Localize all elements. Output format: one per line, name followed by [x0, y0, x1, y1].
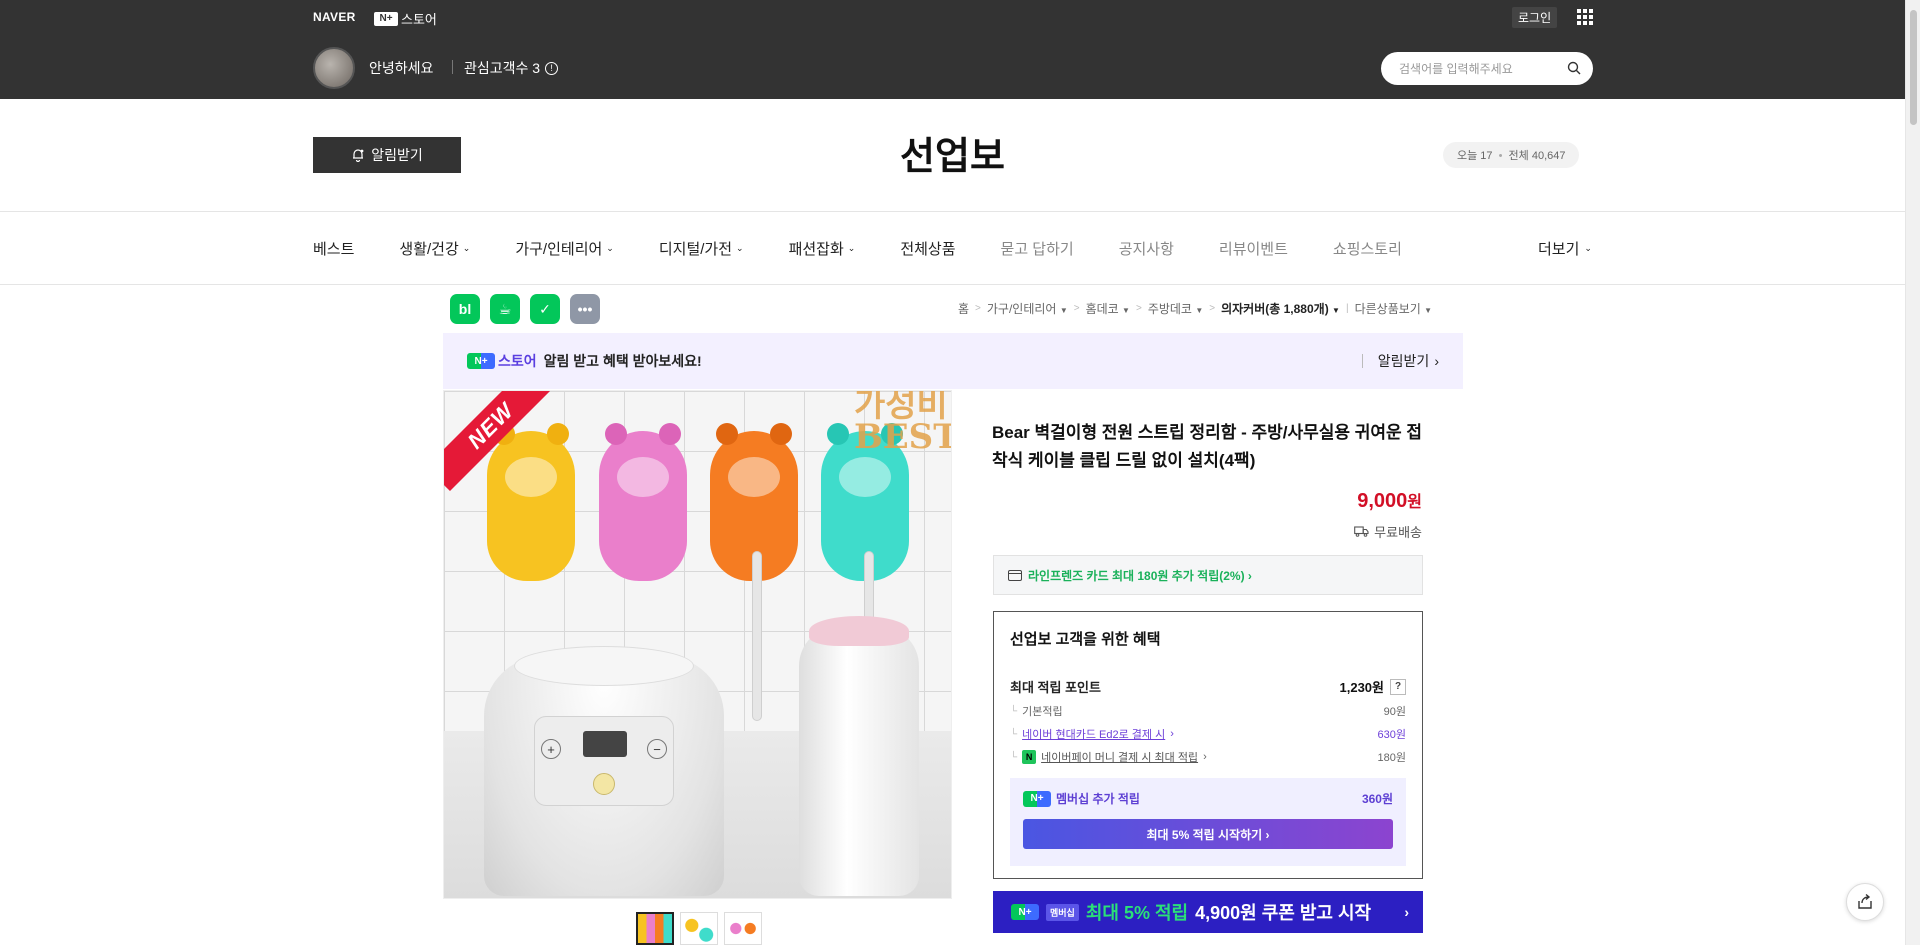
- divider: [452, 60, 453, 74]
- fans-count[interactable]: 관심고객수 3 !: [464, 58, 559, 78]
- promo-banner[interactable]: N+ 스토어 알림 받고 혜택 받아보세요! 알림받기 ›: [443, 333, 1463, 389]
- nav-item-notice[interactable]: 공지사항: [1119, 238, 1174, 259]
- store-avatar[interactable]: [313, 47, 355, 89]
- cafe-share-icon[interactable]: ☕: [490, 294, 520, 324]
- dot: •: [1498, 150, 1503, 162]
- product-price: 9,000원: [1357, 490, 1422, 512]
- nplus-icon: N+: [1011, 904, 1039, 920]
- nplus-icon: N+: [374, 11, 398, 26]
- nstore-logo[interactable]: N+ 스토어: [374, 9, 437, 28]
- membership-box: N+ 멤버십 추가 적립 360원 최대 5% 적립 시작하기 ›: [1010, 778, 1406, 866]
- nplus-store-logo: N+ 스토어: [467, 351, 537, 371]
- membership-start-button[interactable]: 최대 5% 적립 시작하기 ›: [1023, 819, 1393, 849]
- nav-item-qna[interactable]: 묻고 답하기: [1001, 238, 1074, 259]
- breadcrumb-homedeco[interactable]: 홈데코 ▼: [1086, 300, 1130, 317]
- greeting-text: 안녕하세요: [369, 60, 434, 76]
- share-icon: [1858, 893, 1872, 909]
- chevron-down-icon: ⌄: [1584, 243, 1592, 253]
- chevron-down-icon: ⌄: [736, 243, 744, 253]
- chevron-down-icon: ⌄: [847, 243, 856, 253]
- customer-benefits: 선업보 고객을 위한 혜택 최대 적립 포인트 1,230원? └ 기본적립 90…: [993, 611, 1423, 879]
- product-title: Bear 벽걸이형 전원 스트립 정리함 - 주방/사무실용 귀여운 접착식 케…: [992, 423, 1423, 470]
- breadcrumb-home[interactable]: 홈: [958, 300, 969, 317]
- promo-alarm-link[interactable]: 알림받기 ›: [1362, 351, 1439, 371]
- more-share-icon[interactable]: •••: [570, 294, 600, 324]
- plus-icon: +: [541, 739, 561, 759]
- nav-item-fashion[interactable]: 패션잡화 ⌄: [789, 238, 856, 259]
- thumbnail-1[interactable]: [636, 912, 674, 945]
- coupon-green-text: 최대 5% 적립: [1085, 903, 1189, 923]
- today-count: 오늘 17: [1457, 150, 1493, 162]
- nplus-icon: N+: [1023, 790, 1051, 807]
- membership-label: 멤버십: [1046, 903, 1079, 921]
- product-main-image[interactable]: + − NEW 가성비 BEST: [443, 390, 952, 899]
- nav-item-best[interactable]: 베스트: [313, 238, 354, 259]
- card-points-row[interactable]: └ 네이버 현대카드 Ed2로 결제 시 › 630원: [1010, 726, 1406, 742]
- page-scrollbar[interactable]: [1905, 0, 1920, 945]
- chevron-down-icon: ⌄: [606, 243, 614, 253]
- info-icon[interactable]: !: [545, 61, 559, 75]
- chevron-down-icon: ⌄: [462, 243, 471, 253]
- coupon-white-text: 4,900원 쿠폰 받고 시작: [1195, 903, 1372, 923]
- truck-icon: [1354, 526, 1369, 537]
- floating-share-button[interactable]: [1846, 883, 1884, 921]
- search-input[interactable]: [1399, 52, 1559, 85]
- store-title[interactable]: 선업보: [0, 125, 1905, 180]
- total-count: 전체 40,647: [1508, 150, 1566, 162]
- nav-item-digital[interactable]: 디지털/가전 ⌄: [659, 238, 744, 259]
- help-icon[interactable]: ?: [1390, 678, 1406, 695]
- visit-count: 오늘 17 • 전체 40,647: [1443, 142, 1580, 168]
- membership-points-row: N+ 멤버십 추가 적립 360원: [1023, 790, 1393, 807]
- thumbnail-list: [636, 912, 762, 945]
- breadcrumb: 홈 > 가구/인테리어 ▼ > 홈데코 ▼ > 주방데코 ▼ > 의자커버(총 …: [958, 300, 1433, 317]
- thumbnail-2[interactable]: [680, 912, 718, 945]
- npay-points-row[interactable]: └ N 네이버페이 머니 결제 시 최대 적립 › 180원: [1010, 749, 1406, 765]
- divider: [0, 211, 1905, 212]
- thumbnail-3[interactable]: [724, 912, 762, 945]
- max-points-row: 최대 적립 포인트 1,230원?: [1010, 677, 1406, 696]
- card-benefit-link[interactable]: 라인프렌즈 카드 최대 180원 추가 적립(2%) ›: [993, 555, 1423, 595]
- nplus-icon: N+: [467, 353, 495, 369]
- naver-logo[interactable]: NAVER: [313, 10, 356, 24]
- share-buttons: bl ☕ ✓ •••: [450, 294, 600, 324]
- basic-points-row: └ 기본적립 90원: [1010, 705, 1406, 719]
- divider: [0, 284, 1905, 285]
- best-overlay: 가성비 BEST: [854, 390, 952, 457]
- login-button[interactable]: 로그인: [1512, 7, 1558, 28]
- scrollbar-thumb[interactable]: [1910, 10, 1917, 125]
- blog-share-icon[interactable]: bl: [450, 294, 480, 324]
- breadcrumb-kitchendeco[interactable]: 주방데코 ▼: [1148, 300, 1203, 317]
- apps-grid-icon[interactable]: [1577, 9, 1593, 25]
- fans-label: 관심고객수 3: [464, 60, 541, 76]
- nstore-label: 스토어: [401, 12, 437, 27]
- bookmark-share-icon[interactable]: ✓: [530, 294, 560, 324]
- search-icon[interactable]: [1567, 61, 1581, 75]
- nav-item-furniture[interactable]: 가구/인테리어 ⌄: [515, 238, 614, 259]
- nav-item-review-event[interactable]: 리뷰이벤트: [1219, 238, 1288, 259]
- breadcrumb-furniture[interactable]: 가구/인테리어 ▼: [987, 300, 1068, 317]
- promo-text: 알림 받고 혜택 받아보세요!: [543, 353, 702, 369]
- breadcrumb-current[interactable]: 의자커버(총 1,880개) ▼: [1221, 300, 1340, 317]
- breadcrumb-other-products[interactable]: 다른상품보기 ▼: [1355, 300, 1433, 317]
- chevron-right-icon: ›: [1434, 353, 1439, 369]
- search-box[interactable]: [1381, 52, 1593, 85]
- nav-more-button[interactable]: 더보기 ⌄: [1538, 238, 1592, 259]
- membership-coupon-banner[interactable]: N+ 멤버십 최대 5% 적립 4,900원 쿠폰 받고 시작 ›: [993, 891, 1423, 933]
- chevron-right-icon: ›: [1404, 904, 1409, 920]
- category-nav: 베스트 생활/건강 ⌄ 가구/인테리어 ⌄ 디지털/가전 ⌄ 패션잡화 ⌄ 전체상품 묻…: [313, 238, 1447, 259]
- top-header: NAVER N+ 스토어 로그인 안녕하세요 관심고객수 3 !: [0, 0, 1905, 99]
- naverpay-icon: N: [1022, 750, 1037, 764]
- nav-item-life-health[interactable]: 생활/건강 ⌄: [399, 238, 470, 259]
- nav-item-shopping-story[interactable]: 쇼핑스토리: [1333, 238, 1402, 259]
- shipping-info: 무료배송: [1340, 522, 1422, 541]
- minus-icon: −: [647, 739, 667, 759]
- benefits-title: 선업보 고객을 위한 혜택: [1010, 631, 1161, 648]
- credit-card-icon: [1008, 569, 1022, 581]
- nav-item-all-products[interactable]: 전체상품: [900, 238, 955, 259]
